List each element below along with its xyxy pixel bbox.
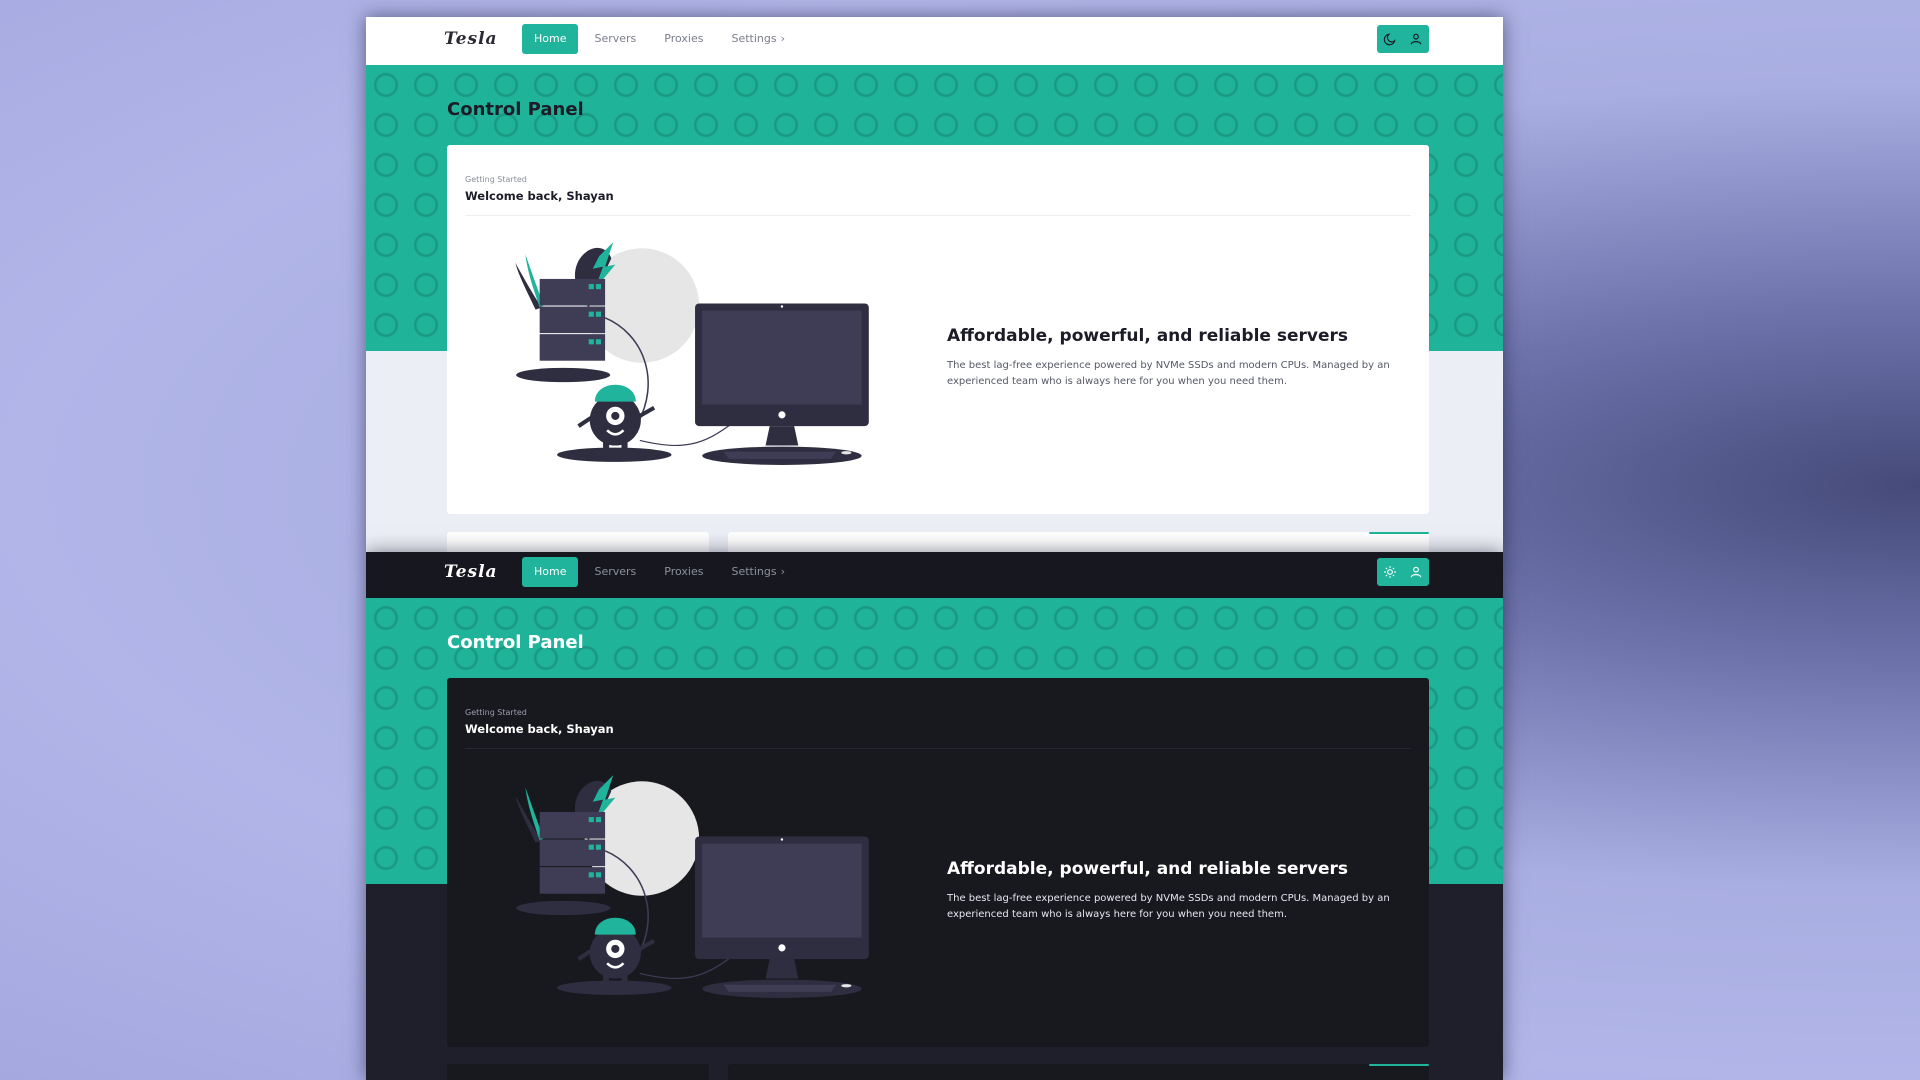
nav-links: Home Servers Proxies Settings › — [522, 557, 801, 587]
card-title: Welcome back, Shayan — [465, 189, 614, 203]
nav-home[interactable]: Home — [522, 24, 579, 54]
card-subtitle: Getting Started — [465, 175, 527, 184]
card-accent-bar — [1369, 532, 1429, 534]
feature-title: Affordable, powerful, and reliable serve… — [947, 859, 1348, 879]
brand-logo[interactable]: Tesla — [444, 29, 498, 49]
summary-card-left — [447, 532, 709, 552]
chevron-right-icon: › — [780, 565, 786, 578]
card-header: Getting Started Welcome back, Shayan — [465, 175, 1411, 216]
feature-title: Affordable, powerful, and reliable serve… — [947, 326, 1348, 346]
theme-toggle-button[interactable] — [1377, 25, 1403, 53]
page-title: Control Panel — [447, 99, 584, 120]
nav-settings[interactable]: Settings › — [719, 557, 797, 587]
feature-block: Affordable, powerful, and reliable serve… — [947, 859, 1417, 923]
card-subtitle: Getting Started — [465, 708, 527, 717]
welcome-card: Getting Started Welcome back, Shayan Aff… — [447, 145, 1429, 514]
sun-icon — [1384, 566, 1396, 578]
summary-card-right — [728, 532, 1429, 552]
server-illustration — [503, 769, 883, 999]
feature-block: Affordable, powerful, and reliable serve… — [947, 326, 1417, 390]
summary-card-right — [728, 1064, 1429, 1080]
nav-settings[interactable]: Settings › — [719, 24, 797, 54]
feature-description: The best lag-free experience powered by … — [947, 360, 1390, 387]
theme-toggle-button[interactable] — [1377, 558, 1403, 586]
nav-actions — [1377, 25, 1429, 53]
account-button[interactable] — [1403, 25, 1429, 53]
nav-settings-label: Settings — [731, 565, 777, 578]
light-theme-screenshot: Tesla Home Servers Proxies Settings › Con… — [366, 17, 1503, 552]
nav-settings-label: Settings — [731, 32, 777, 45]
nav-actions — [1377, 558, 1429, 586]
page-title: Control Panel — [447, 632, 584, 653]
navbar: Tesla Home Servers Proxies Settings › — [366, 552, 1503, 598]
feature-description: The best lag-free experience powered by … — [947, 893, 1390, 920]
card-accent-bar — [1369, 1064, 1429, 1066]
nav-proxies[interactable]: Proxies — [652, 24, 715, 54]
card-title: Welcome back, Shayan — [465, 722, 614, 736]
chevron-right-icon: › — [780, 32, 786, 45]
user-icon — [1410, 33, 1422, 45]
nav-links: Home Servers Proxies Settings › — [522, 24, 801, 54]
welcome-card: Getting Started Welcome back, Shayan Aff… — [447, 678, 1429, 1047]
navbar: Tesla Home Servers Proxies Settings › — [366, 17, 1503, 65]
card-header: Getting Started Welcome back, Shayan — [465, 708, 1411, 749]
account-button[interactable] — [1403, 558, 1429, 586]
moon-icon — [1383, 33, 1396, 46]
server-illustration — [503, 236, 883, 466]
nav-servers[interactable]: Servers — [582, 557, 648, 587]
nav-servers[interactable]: Servers — [582, 24, 648, 54]
dark-theme-screenshot: Tesla Home Servers Proxies Settings › Con… — [366, 552, 1503, 1080]
summary-card-left — [447, 1064, 709, 1080]
brand-logo[interactable]: Tesla — [444, 562, 498, 582]
nav-home[interactable]: Home — [522, 557, 579, 587]
user-icon — [1410, 566, 1422, 578]
nav-proxies[interactable]: Proxies — [652, 557, 715, 587]
